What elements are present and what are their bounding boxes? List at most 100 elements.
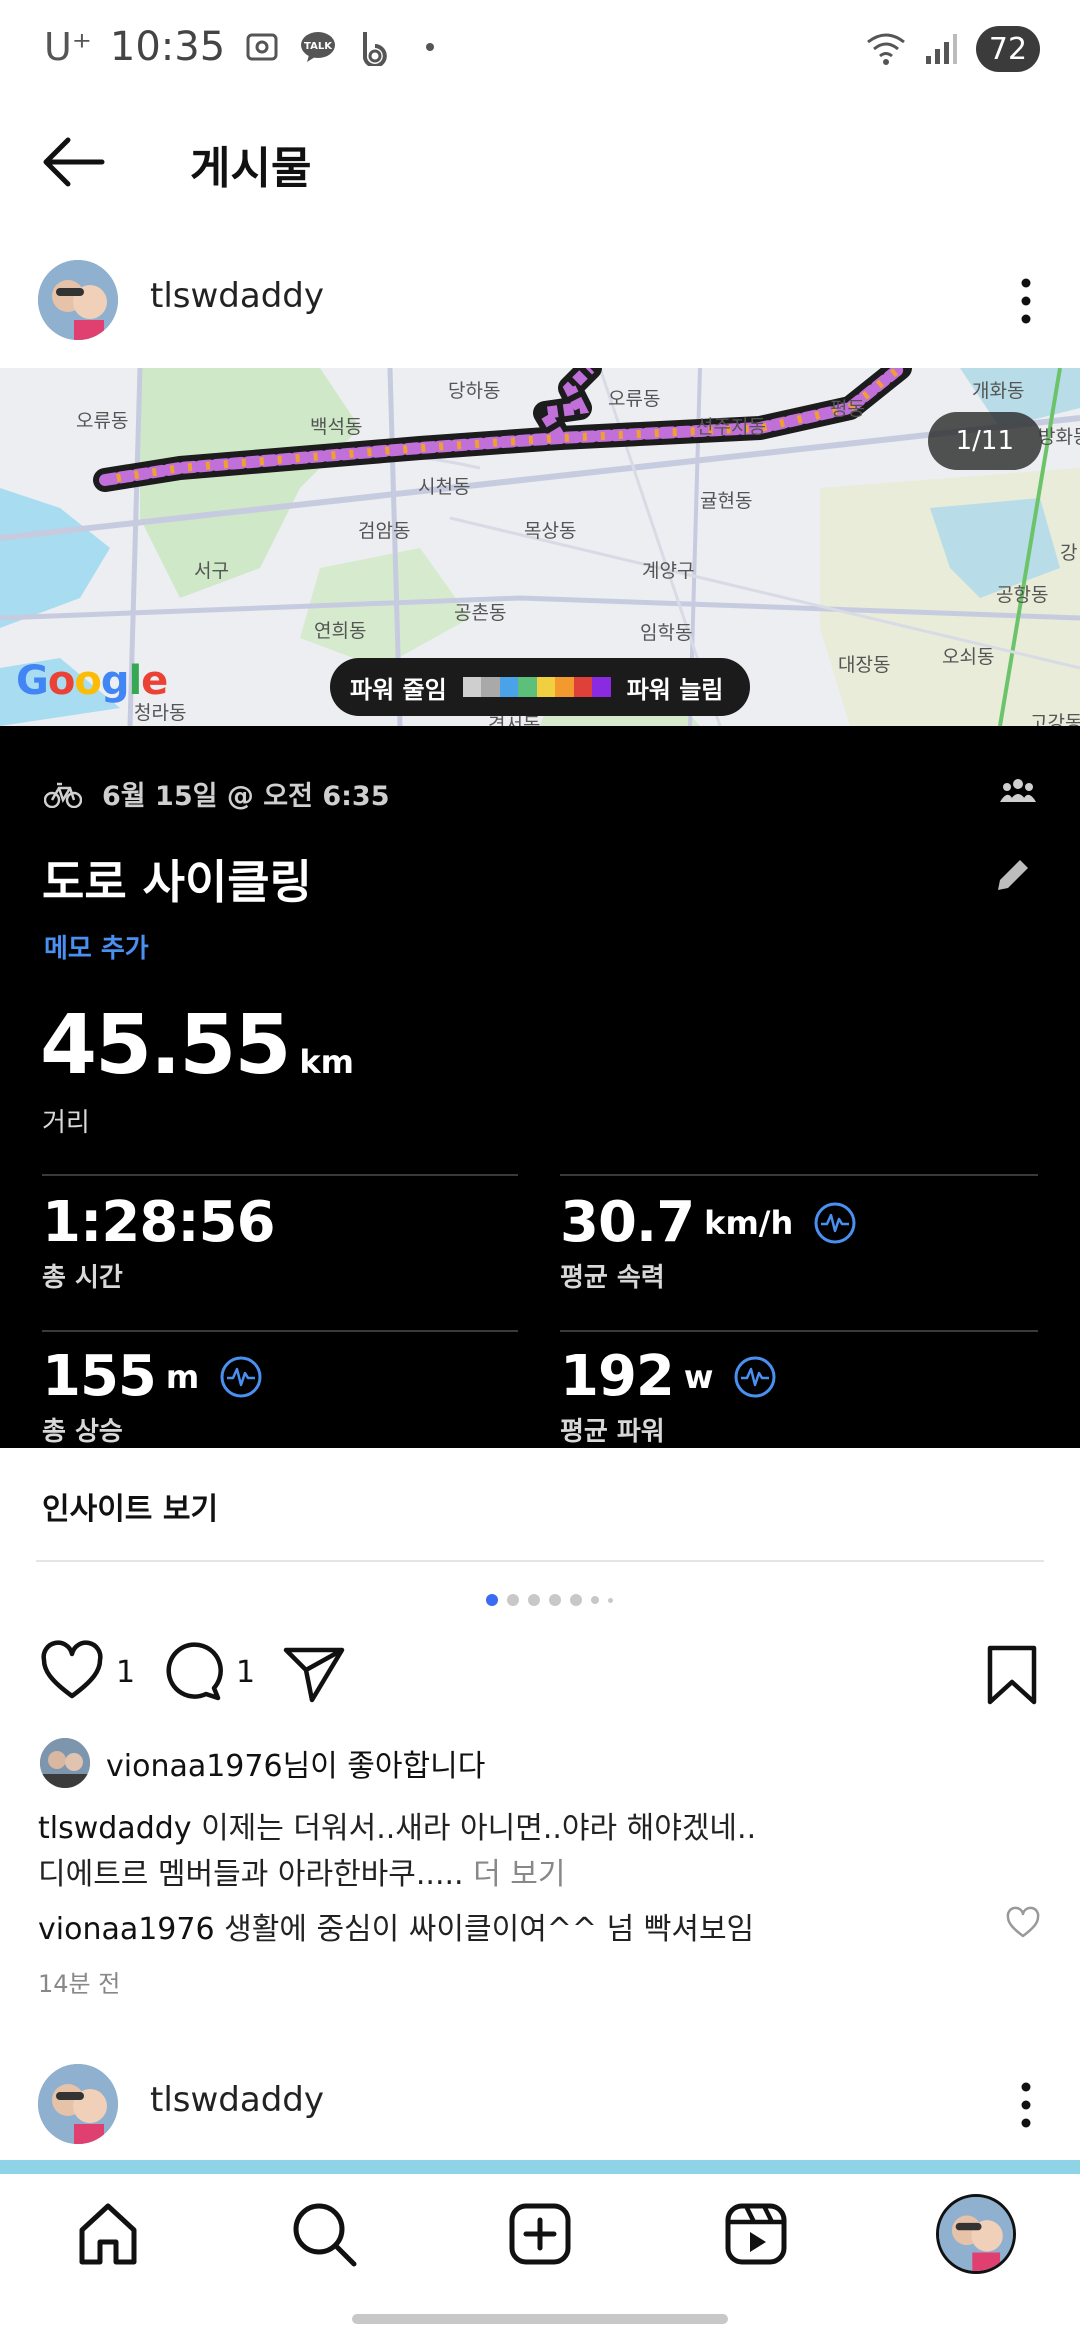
comment-like-heart-icon[interactable] [1006,1906,1040,1940]
add-memo-link[interactable]: 메모 추가 [44,928,149,965]
create-post-icon[interactable] [504,2198,576,2270]
activity-card[interactable]: 6월 15일 @ 오전 6:35 도로 사이클링 메모 추가 45.55 km … [0,726,1080,1448]
group-icon[interactable] [1000,776,1036,804]
author-username[interactable]: tlswdaddy [150,276,324,316]
comment-button[interactable]: 1 [160,1640,255,1704]
stat-value: 1:28:56 [42,1190,276,1255]
next-author-username[interactable]: tlswdaddy [150,2080,324,2120]
distance-label: 거리 [42,1108,90,1138]
distance-value-row: 45.55 km [40,998,354,1093]
map-label: 선주지동 [696,416,766,438]
route-map[interactable]: 당하동 오류동 오류동 백석동 선주지동 개화동 평동 방화동 시천동 검암동 … [0,368,1080,726]
carrier-label: U⁺ [44,25,92,69]
stat-avg-power: 192 w 평균 파워 [560,1344,777,1448]
bookmark-icon[interactable] [984,1644,1040,1706]
post-caption[interactable]: tlswdaddy 이제는 더워서..새라 아니면..야라 해야겠네.. 디에트… [38,1806,998,1898]
stat-divider [42,1174,518,1176]
map-label: 시천동 [418,476,471,498]
pulse-icon[interactable] [733,1355,777,1399]
carousel-dots [486,1594,613,1606]
map-label: 공촌동 [454,602,507,624]
like-button[interactable]: 1 [40,1640,135,1704]
activity-title: 도로 사이클링 [42,855,312,909]
stat-total-time: 1:28:56 총 시간 [42,1190,276,1294]
next-author-avatar[interactable] [38,2064,118,2144]
stat-label: 평균 파워 [560,1417,665,1447]
comment-row[interactable]: vionaa1976 생활에 중심이 싸이클이여^^ 넘 빡셔보임 [38,1904,754,1948]
insight-divider [36,1560,1044,1562]
post-actions: 1 1 [0,1640,1080,1710]
stat-label: 총 상승 [42,1417,123,1447]
carousel-dot-active [486,1594,498,1606]
map-label: 검암동 [358,520,411,542]
map-label: 백석동 [310,416,363,438]
caption-more-link[interactable]: 더 보기 [473,1857,565,1892]
bicycle-icon [44,782,82,808]
map-label: 당하동 [448,380,501,402]
carousel-dot [591,1596,599,1604]
carousel-dot [507,1594,519,1606]
comment-author[interactable]: vionaa1976 [38,1912,215,1947]
more-options-icon[interactable] [1016,2080,1036,2130]
bottom-navigation [0,2174,1080,2340]
stat-divider [560,1174,1038,1176]
svg-text:TALK: TALK [304,41,333,52]
battery-indicator: 72 [976,26,1040,72]
home-icon[interactable] [72,2198,144,2270]
legend-high-label: 파워 늘림 [626,675,724,704]
map-label: 임학동 [640,622,693,644]
wifi-icon [867,33,905,65]
next-post-image-preview [0,2160,1080,2174]
top-app-bar: 게시물 [0,110,1080,210]
map-label: 서구 [194,560,229,582]
reels-icon[interactable] [720,2198,792,2270]
distance-value: 45.55 [40,998,291,1093]
carousel-page-counter: 1/11 [927,412,1042,470]
liker-avatar[interactable] [40,1738,90,1788]
stat-value: 155 [42,1344,157,1409]
distance-unit: km [299,1043,354,1081]
clock: 10:35 [109,24,226,70]
home-indicator [352,2314,728,2324]
legend-low-label: 파워 줄임 [350,675,447,704]
map-label: 공항동 [996,584,1049,606]
profile-avatar-tab[interactable] [936,2194,1016,2274]
status-bar: U⁺ 10:35 TALK 72 [0,0,1080,100]
legend-color-bar [462,677,611,697]
page-title: 게시물 [190,143,312,194]
pulse-icon[interactable] [813,1201,857,1245]
map-label: 오류동 [76,410,129,432]
map-label: 오류동 [608,388,661,410]
liked-by-row[interactable]: vionaa1976님이 좋아합니다 [40,1738,485,1788]
pulse-icon[interactable] [219,1355,263,1399]
carousel-dot [608,1597,613,1603]
stat-label: 총 시간 [42,1263,123,1293]
signal-icon [926,34,957,64]
edit-pencil-icon[interactable] [990,854,1034,898]
stat-label: 평균 속력 [560,1263,665,1293]
back-arrow-icon[interactable] [40,134,106,190]
activity-date-row: 6월 15일 @ 오전 6:35 [44,774,389,813]
more-options-icon[interactable] [1016,276,1036,326]
stat-value: 30.7 [560,1190,695,1255]
stat-avg-speed: 30.7 km/h 평균 속력 [560,1190,857,1294]
comment-bubble-icon [166,1642,223,1701]
map-label: 대장동 [838,654,891,676]
view-insights-link[interactable]: 인사이트 보기 [42,1484,218,1528]
comment-text: 생활에 중심이 싸이클이여^^ 넘 빡셔보임 [224,1912,755,1947]
stat-total-elevation: 155 m 총 상승 [42,1344,263,1448]
map-label: 평동 [830,398,865,420]
liked-by-text: vionaa1976님이 좋아합니다 [106,1749,486,1784]
author-avatar[interactable] [38,260,118,340]
carousel-dot [528,1594,540,1606]
map-label: 개화동 [972,380,1025,402]
caption-author[interactable]: tlswdaddy [38,1811,192,1846]
stat-unit: km/h [704,1203,794,1242]
post-header: tlswdaddy [0,250,1080,350]
map-label: 오쇠동 [942,646,995,668]
talk-notification-icon: TALK [301,32,336,62]
post-timestamp: 14분 전 [38,1970,121,1998]
share-send-icon[interactable] [282,1642,346,1706]
stat-unit: w [683,1357,714,1396]
search-icon[interactable] [288,2198,360,2270]
